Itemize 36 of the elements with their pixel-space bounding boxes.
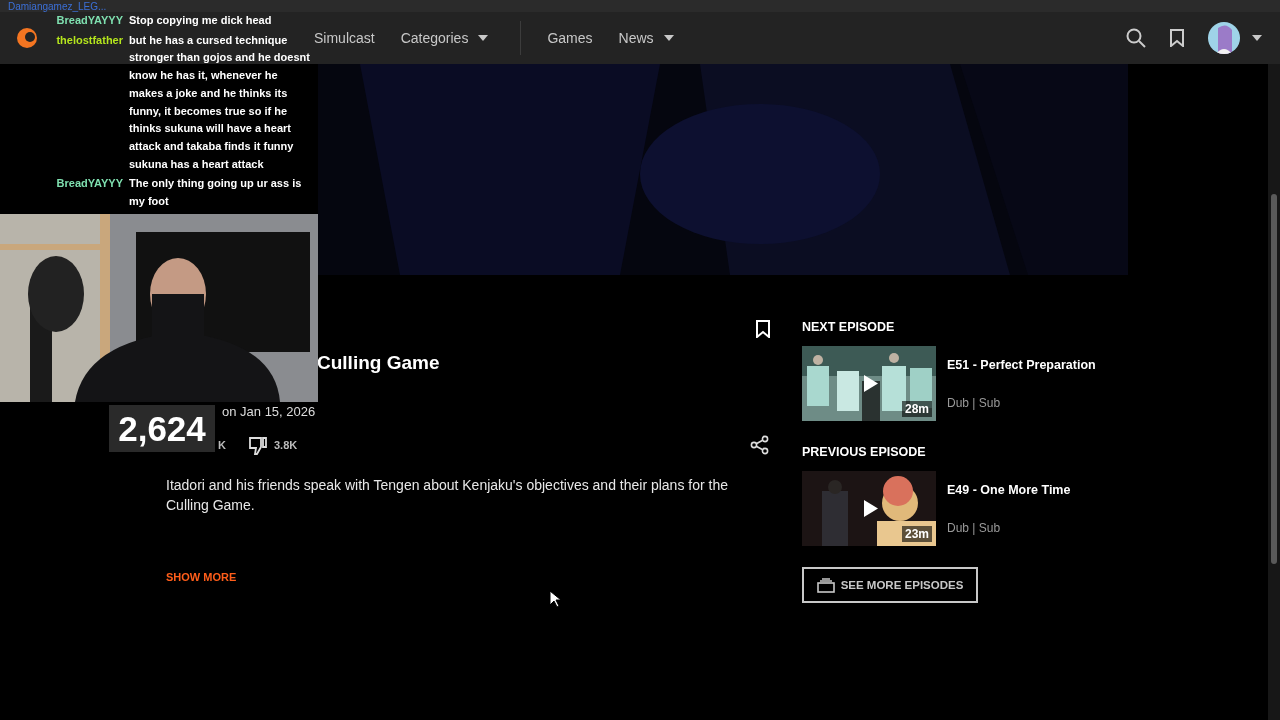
- chat-message: Stop copying me dick head: [129, 13, 273, 28]
- caret-icon: [1252, 35, 1262, 41]
- username: Damiangamez_LEG...: [8, 2, 107, 12]
- chat-username: BreadYAYYY: [56, 13, 123, 28]
- like-count: K: [218, 439, 226, 451]
- audio-options: Dub | Sub: [947, 521, 1071, 535]
- section-heading: NEXT EPISODE: [802, 320, 896, 334]
- release-date: on Jan 15, 2026: [222, 404, 317, 419]
- section-heading: PREVIOUS EPISODE: [802, 445, 927, 459]
- avatar[interactable]: [1208, 22, 1240, 54]
- caret-icon: [478, 35, 489, 41]
- nav-link[interactable]: News: [608, 30, 684, 46]
- nav-link[interactable]: Categories: [390, 30, 499, 46]
- bookmark-icon[interactable]: [1170, 29, 1184, 47]
- duration: 28m: [901, 401, 932, 417]
- caret-icon: [663, 35, 674, 41]
- stack-icon: [816, 577, 835, 593]
- chat-username: thelostfather: [56, 32, 123, 48]
- episode-description: Itadori and his friends speak with Tengen about Kenjaku's objectives and their plans for the Culling Game.: [166, 476, 729, 515]
- see-more-episodes-button[interactable]: SEE MORE EPISODES: [802, 567, 978, 603]
- logo-icon[interactable]: [16, 27, 38, 49]
- audio-options: Dub | Sub: [947, 396, 1096, 410]
- cursor-icon: [549, 590, 561, 608]
- viewer-count: 2,624: [109, 405, 215, 452]
- thumbs-down-icon[interactable]: [247, 435, 268, 455]
- scrollbar[interactable]: [1268, 64, 1280, 720]
- search-icon[interactable]: [1126, 28, 1146, 48]
- share-icon[interactable]: [750, 435, 770, 455]
- episode-link[interactable]: E51 - Perfect Preparation: [947, 358, 1096, 372]
- nav-link[interactable]: Games: [537, 30, 603, 46]
- episode-link[interactable]: E49 - One More Time: [947, 483, 1071, 497]
- episode-title: Culling Game: [317, 352, 441, 374]
- nav-link[interactable]: Simulcast: [304, 30, 385, 46]
- duration: 23m: [901, 526, 932, 542]
- dislike-count: 3.8K: [273, 439, 298, 451]
- show-more-link[interactable]: SHOW MORE: [166, 571, 237, 583]
